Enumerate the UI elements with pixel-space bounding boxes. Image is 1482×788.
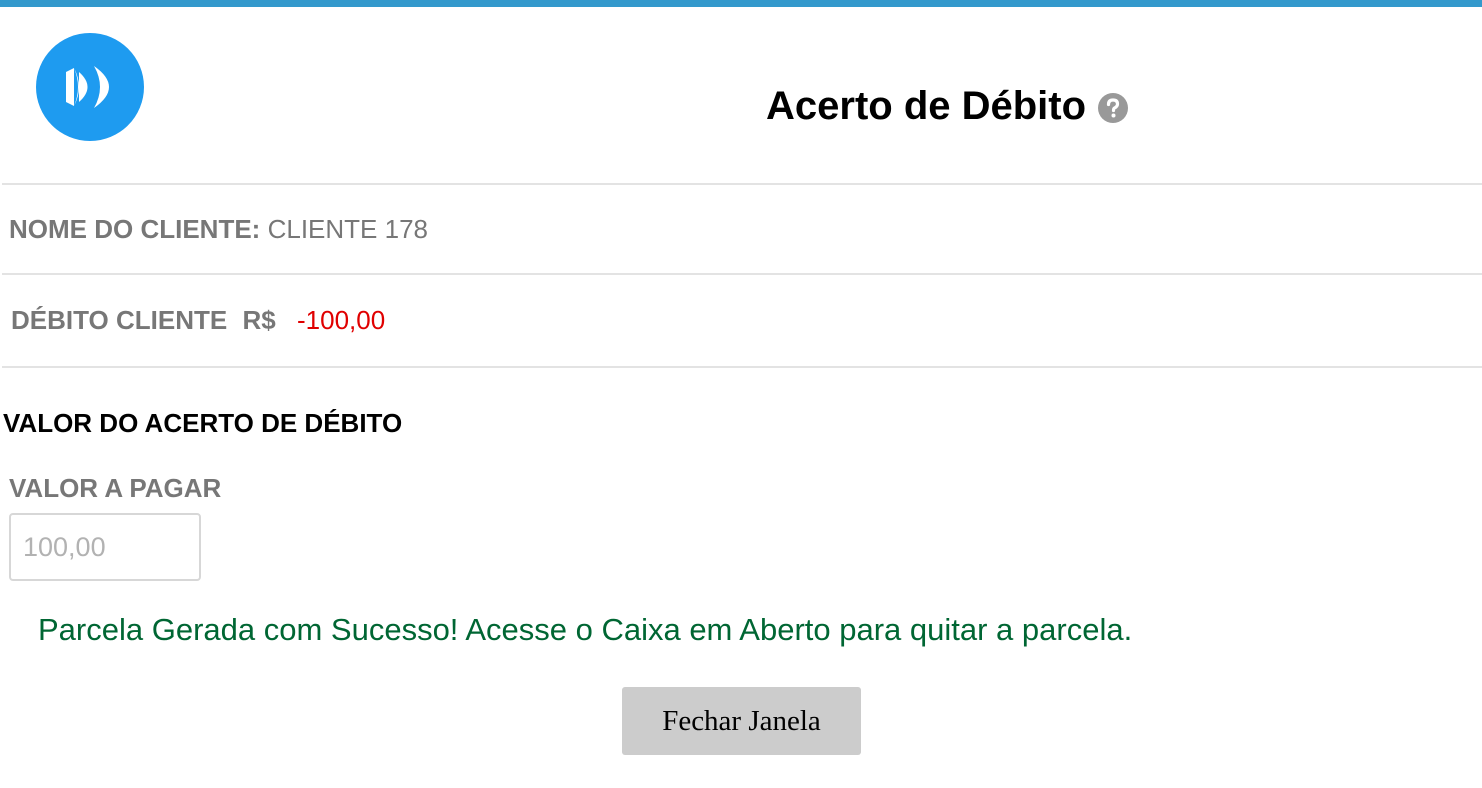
amount-field-label: VALOR A PAGAR bbox=[9, 473, 222, 503]
question-circle-icon[interactable] bbox=[1098, 93, 1129, 123]
client-name-row: NOME DO CLIENTE: CLIENTE 178 bbox=[9, 214, 428, 244]
close-window-button[interactable]: Fechar Janela bbox=[622, 687, 861, 755]
debit-value: -100,00 bbox=[297, 305, 386, 335]
page-title-group: Acerto de Débito bbox=[766, 82, 1129, 130]
page-title: Acerto de Débito bbox=[766, 84, 1087, 128]
client-name-label: NOME DO CLIENTE: bbox=[9, 214, 261, 244]
success-message: Parcela Gerada com Sucesso! Acesse o Cai… bbox=[38, 612, 1133, 647]
debit-label: DÉBITO CLIENTE bbox=[11, 305, 228, 335]
client-name-value: CLIENTE 178 bbox=[267, 214, 428, 244]
divider bbox=[2, 183, 1482, 185]
currency-symbol: R$ bbox=[242, 305, 276, 335]
top-accent-bar bbox=[0, 0, 1482, 7]
section-title: VALOR DO ACERTO DE DÉBITO bbox=[3, 408, 403, 438]
divider bbox=[2, 366, 1482, 368]
debit-settlement-window: Acerto de Débito NOME DO CLIENTE: CLIENT… bbox=[0, 0, 1482, 788]
divider bbox=[2, 273, 1482, 275]
amount-input[interactable] bbox=[9, 513, 201, 581]
fast-forward-logo-icon bbox=[36, 33, 144, 141]
debit-row: DÉBITO CLIENTE R$ bbox=[11, 305, 276, 335]
